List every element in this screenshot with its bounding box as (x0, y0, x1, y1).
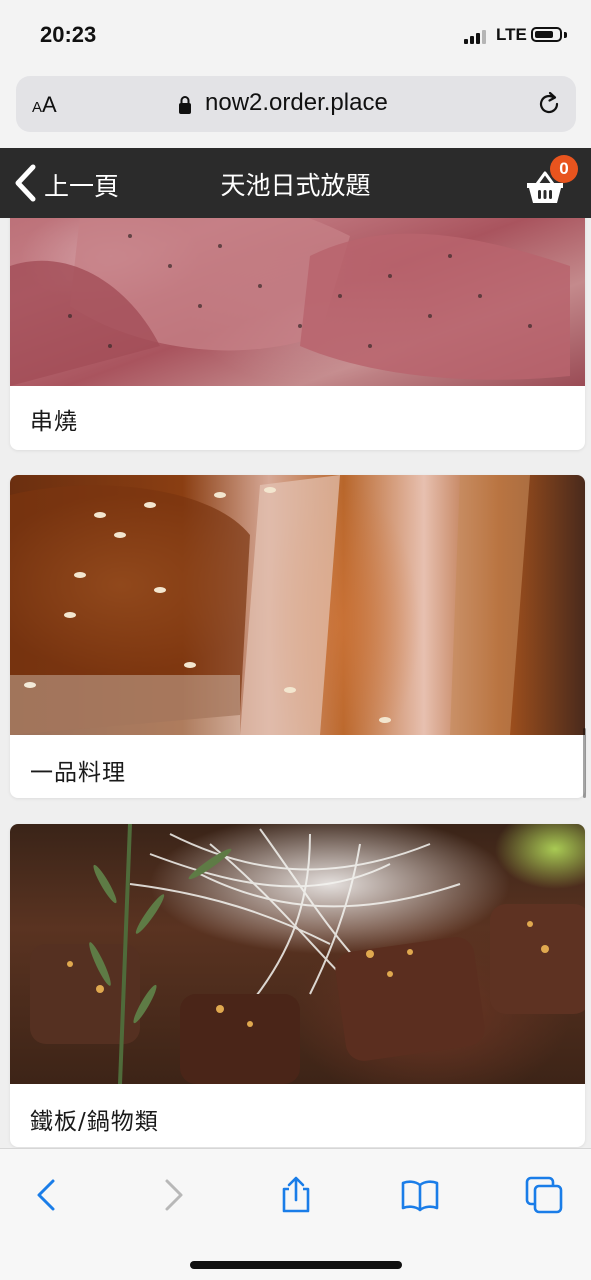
status-bar: 20:23 LTE (0, 0, 591, 70)
page-title: 天池日式放題 (220, 171, 371, 200)
category-list: 串燒 一品料理 鐵板/鍋物類 (0, 218, 591, 1148)
category-image (10, 475, 585, 735)
battery-cap (564, 32, 567, 38)
home-indicator (190, 1261, 402, 1269)
text-size-button[interactable]: AA (32, 92, 57, 118)
category-image (10, 218, 585, 386)
battery-icon (531, 27, 562, 42)
category-card-appetizers[interactable]: 一品料理 (10, 475, 585, 798)
app-header: 上一頁 天池日式放題 0 (0, 148, 591, 218)
cart-count-badge: 0 (550, 155, 578, 183)
chevron-right-icon[interactable] (152, 1175, 192, 1215)
glazed-meat-illustration (10, 475, 530, 735)
meat-slices-illustration (10, 218, 570, 386)
browser-url-area: AA now2.order.place (0, 70, 591, 148)
share-icon[interactable] (276, 1175, 316, 1215)
category-card-teppan-hotpot[interactable]: 鐵板/鍋物類 (10, 824, 585, 1147)
network-label: LTE (496, 25, 527, 44)
category-label: 鐵板/鍋物類 (30, 1109, 159, 1135)
category-card-kushiyaki[interactable]: 串燒 (10, 218, 585, 450)
cart-button[interactable]: 0 (520, 154, 584, 212)
category-label: 串燒 (30, 409, 78, 435)
browser-toolbar (0, 1148, 591, 1280)
category-label: 一品料理 (30, 760, 126, 786)
signal-icon (464, 28, 490, 44)
beef-cubes-illustration (30, 824, 585, 1084)
address-bar[interactable]: AA now2.order.place (16, 76, 576, 132)
tabs-icon[interactable] (524, 1175, 564, 1215)
lock-icon (179, 96, 191, 114)
status-time: 20:23 (40, 22, 97, 47)
category-image (10, 824, 585, 1084)
chevron-left-icon[interactable] (28, 1175, 68, 1215)
app-screen: 20:23 LTE AA now2.order.place 上一頁 天池日式放題… (0, 0, 591, 1280)
url-text[interactable]: now2.order.place (205, 89, 388, 117)
scroll-indicator (583, 728, 586, 798)
book-icon[interactable] (400, 1175, 440, 1215)
reload-icon[interactable] (535, 90, 563, 118)
